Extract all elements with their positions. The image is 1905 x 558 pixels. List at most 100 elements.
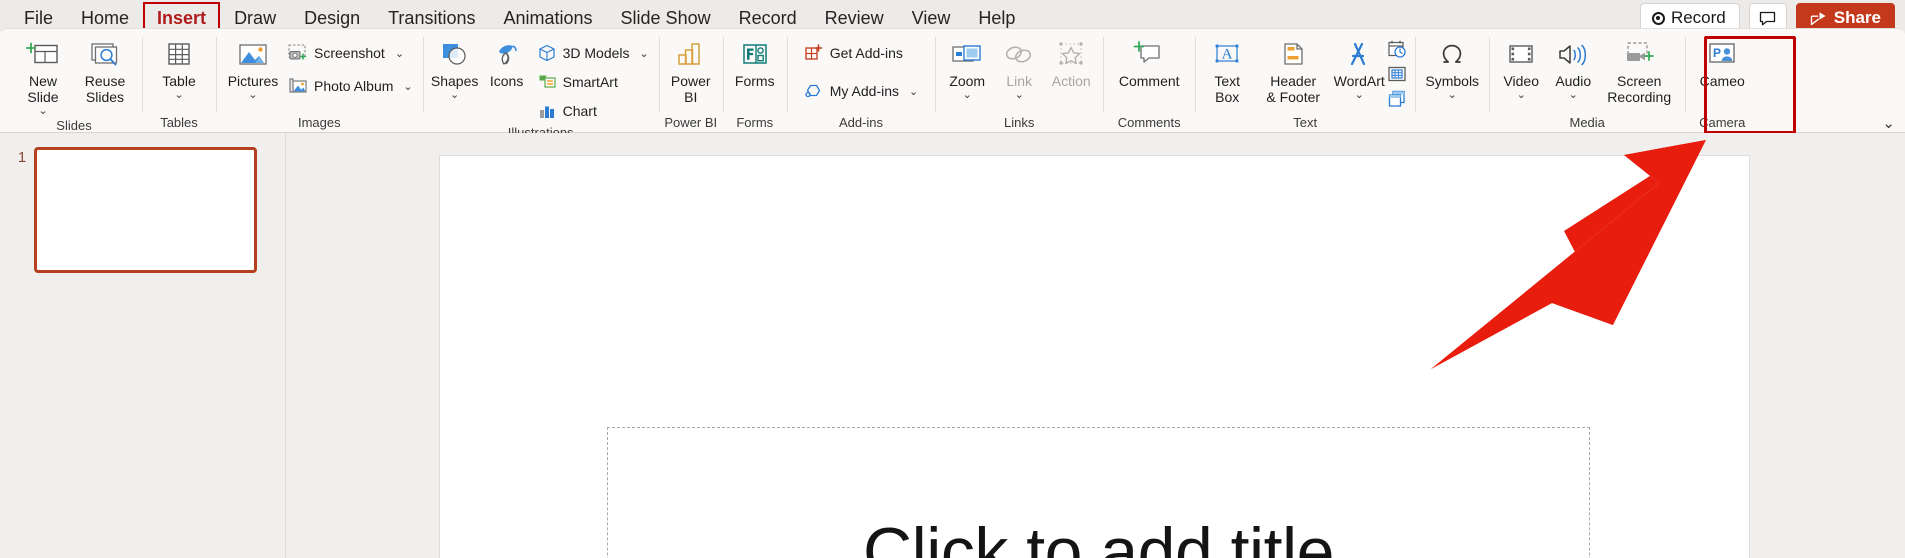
powerpoint-window: File Home Insert Draw Design Transitions Anima… [0,0,1905,558]
ribbon-groups: New Slide ⌄ Reuse Slides Slides Table ⌄ … [0,29,1905,140]
comment-button[interactable]: Comment [1110,34,1188,89]
screen-recording-button[interactable]: Screen Recording [1600,34,1678,105]
header-footer-icon [1276,37,1310,73]
video-button[interactable]: Video ⌄ [1496,34,1546,101]
chevron-down-icon[interactable]: ⌄ [1448,90,1457,101]
share-arrow-icon [1810,11,1826,25]
images-small-buttons: Screenshot ⌄ Photo Album ⌄ [285,34,416,99]
video-label: Video [1503,73,1539,89]
chevron-down-icon[interactable]: ⌄ [1517,90,1526,101]
reuse-slides-button[interactable]: Reuse Slides [75,34,135,105]
table-button[interactable]: Table ⌄ [149,34,209,101]
chevron-down-icon[interactable]: ⌄ [395,47,404,60]
chart-button[interactable]: Chart [534,98,652,124]
slide-canvas[interactable]: Click to add title [439,155,1750,558]
title-placeholder[interactable]: Click to add title [607,427,1590,558]
3d-models-button[interactable]: 3D Models ⌄ [534,40,652,66]
link-button: Link ⌄ [994,34,1044,101]
link-icon [1002,37,1036,73]
shapes-icon [438,37,472,73]
illustrations-small-buttons: 3D Models ⌄ SmartArt Chart [534,34,652,124]
ribbon-group-comments: Comment Comments [1103,29,1195,134]
screenshot-icon [288,43,308,63]
slide-thumbnail-pane[interactable]: 1 [0,133,286,558]
zoom-label: Zoom [949,73,986,89]
ribbon-group-add-ins: Get Add-ins My Add-ins ⌄ Add-ins [786,29,935,134]
chevron-down-icon[interactable]: ⌄ [1569,90,1578,101]
ribbon-group-slides: New Slide ⌄ Reuse Slides Slides [6,29,142,134]
slide-number-icon[interactable] [1386,63,1408,85]
header-footer-label: Header & Footer [1266,73,1321,105]
chart-icon [537,101,557,121]
pictures-label: Pictures [227,73,279,89]
add-ins-small-buttons: Get Add-ins My Add-ins ⌄ [801,34,921,104]
header-footer-button[interactable]: Header & Footer [1254,34,1332,105]
ribbon-group-links: Zoom ⌄ Link ⌄ Action Links [935,29,1103,134]
chevron-down-icon[interactable]: ⌄ [963,90,972,101]
screenshot-button[interactable]: Screenshot ⌄ [285,40,416,66]
forms-icon [739,37,771,73]
svg-text:A: A [1222,47,1233,63]
ribbon-group-tables: Table ⌄ Tables [142,29,216,134]
link-label: Link [1006,73,1033,89]
group-label-tables: Tables [160,115,198,130]
symbols-button[interactable]: Symbols ⌄ [1422,34,1482,101]
chevron-down-icon[interactable]: ⌄ [248,90,257,101]
pictures-button[interactable]: Pictures ⌄ [223,34,283,101]
get-add-ins-icon [804,43,824,63]
cameo-button[interactable]: P Cameo [1692,34,1752,89]
ribbon-group-illustrations: Shapes ⌄ Icons 3D Models ⌄ SmartArt Char… [422,29,659,140]
my-add-ins-button[interactable]: My Add-ins ⌄ [801,78,921,104]
forms-button[interactable]: Forms [730,34,780,89]
power-bi-button[interactable]: Power BI [666,34,716,105]
ribbon-group-power-bi: Power BI Power BI [658,29,723,134]
action-icon [1054,37,1088,73]
action-button: Action [1046,34,1096,89]
video-icon [1504,37,1538,73]
omega-icon [1435,37,1469,73]
chevron-down-icon: ⌄ [1014,89,1024,101]
table-icon [163,37,195,73]
group-label-add-ins: Add-ins [838,115,884,130]
chevron-down-icon[interactable]: ⌄ [38,106,47,117]
chevron-down-icon[interactable]: ⌄ [403,80,412,93]
wordart-button[interactable]: WordArt ⌄ [1334,34,1385,101]
get-add-ins-button[interactable]: Get Add-ins [801,40,921,66]
group-label-images: Images [297,115,341,130]
table-label: Table [162,73,196,89]
text-box-button[interactable]: A Text Box [1202,34,1252,105]
object-icon[interactable] [1386,88,1408,110]
forms-label: Forms [734,73,775,89]
group-label-links: Links [1004,115,1035,130]
chevron-down-icon[interactable]: ⌄ [1355,90,1364,101]
symbols-label: Symbols [1425,73,1480,89]
workspace: 1 Click to add title [0,133,1905,558]
photo-album-icon [288,76,308,96]
group-label-media: Media [1569,115,1605,130]
shapes-label: Shapes [430,73,479,89]
slide-editing-area: Click to add title [287,133,1905,558]
chevron-down-icon[interactable]: ⌄ [450,90,459,101]
wordart-icon [1342,37,1376,73]
group-label-camera: Camera [1699,115,1746,130]
ribbon-group-camera: P Cameo Camera [1685,29,1759,134]
zoom-button[interactable]: Zoom ⌄ [942,34,992,101]
comment-label: Comment [1118,73,1180,89]
smartart-label: SmartArt [562,74,618,90]
collapse-ribbon-button[interactable]: ⌄ [1882,114,1895,132]
icons-button[interactable]: Icons [482,34,532,89]
shapes-button[interactable]: Shapes ⌄ [430,34,480,101]
chevron-down-icon[interactable]: ⌄ [909,85,918,98]
smartart-button[interactable]: SmartArt [534,69,652,95]
record-dot-icon [1651,11,1665,25]
date-time-icon[interactable] [1386,38,1408,60]
new-comment-icon [1132,37,1166,73]
audio-button[interactable]: Audio ⌄ [1548,34,1598,101]
slide-thumbnail-1[interactable] [34,147,257,273]
chevron-down-icon[interactable]: ⌄ [174,90,183,101]
new-slide-button[interactable]: New Slide ⌄ [13,34,73,117]
photo-album-button[interactable]: Photo Album ⌄ [285,73,416,99]
cameo-icon: P [1705,37,1739,73]
chevron-down-icon[interactable]: ⌄ [640,47,649,60]
group-label-power-bi: Power BI [664,115,718,130]
